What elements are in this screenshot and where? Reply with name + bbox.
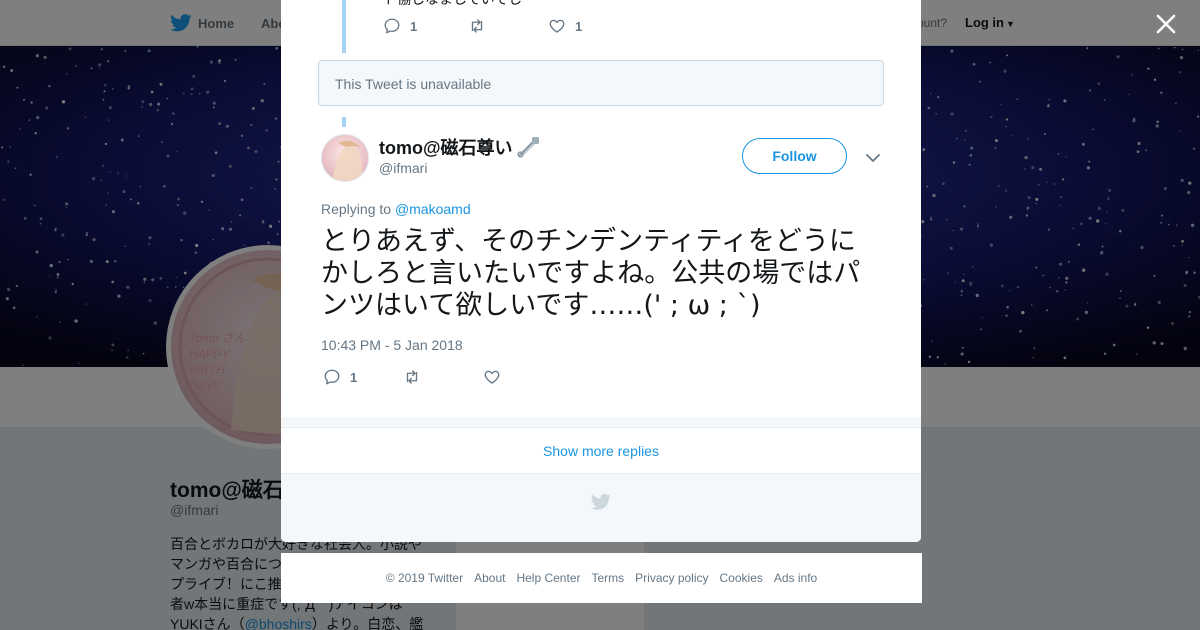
- unavailable-tweet-notice: This Tweet is unavailable: [318, 60, 884, 106]
- reply-count: 1: [410, 18, 418, 34]
- follow-button[interactable]: Follow: [742, 138, 847, 174]
- close-icon[interactable]: [1154, 12, 1178, 36]
- retweet-icon: [471, 19, 483, 33]
- like-count: 1: [575, 18, 583, 34]
- twitter-bird-icon: [591, 493, 611, 510]
- retweet-icon: [406, 370, 418, 384]
- footer-link-help-center[interactable]: Help Center: [516, 571, 580, 585]
- replying-prefix: Replying to: [321, 201, 395, 217]
- reply-icon: [384, 18, 400, 34]
- previous-tweet: ト協しなましていでし 1 1: [281, 0, 921, 54]
- replying-to-context: Replying to @makoamd: [321, 201, 471, 217]
- like-action[interactable]: 1: [548, 17, 582, 35]
- author-name-text: tomo@磁石尊い: [379, 138, 513, 158]
- chevron-down-icon[interactable]: [864, 149, 882, 167]
- footer-link-terms[interactable]: Terms: [591, 571, 624, 585]
- heart-icon: [484, 370, 500, 384]
- tweet-text: とりあえず、そのチンデンティティをどうにかしろと言いたいですよね。公共の場ではパ…: [321, 226, 861, 321]
- tweet-author-name[interactable]: tomo@磁石尊い: [379, 134, 541, 160]
- heart-icon: [549, 19, 565, 33]
- conversation-thread-line: [342, 0, 346, 53]
- tweet-author-handle[interactable]: @ifmari: [379, 160, 427, 176]
- retweet-action[interactable]: [468, 17, 548, 35]
- previous-tweet-actions: 1 1: [383, 17, 582, 35]
- tweet-actions: 1: [323, 368, 510, 386]
- replying-to-mention-link[interactable]: @makoamd: [395, 201, 471, 217]
- conversation-thread-line: [342, 117, 346, 127]
- show-more-replies-button[interactable]: Show more replies: [281, 427, 921, 474]
- safety-pin-icon: [516, 137, 539, 158]
- footer-copyright: © 2019 Twitter: [385, 571, 464, 585]
- tweet-permalink-modal: ト協しなましていでし 1 1 This Tweet is unavailable…: [281, 0, 921, 542]
- section-separator: [281, 417, 921, 427]
- footer-link-about[interactable]: About: [474, 571, 505, 585]
- modal-footer: [281, 474, 921, 542]
- author-avatar-illustration: [332, 140, 364, 181]
- reply-count: 1: [350, 369, 358, 385]
- page-footer: © 2019 Twitter About Help Center Terms P…: [281, 553, 922, 603]
- reply-icon: [324, 369, 340, 385]
- like-action[interactable]: [483, 368, 510, 386]
- reply-action[interactable]: 1: [383, 17, 468, 35]
- tweet-timestamp[interactable]: 10:43 PM - 5 Jan 2018: [321, 337, 463, 353]
- tweet-author-avatar[interactable]: [321, 134, 369, 182]
- reply-action[interactable]: 1: [323, 368, 403, 386]
- previous-tweet-text: ト協しなましていでし: [383, 0, 522, 9]
- footer-link-cookies[interactable]: Cookies: [720, 571, 763, 585]
- footer-link-ads-info[interactable]: Ads info: [774, 571, 817, 585]
- retweet-action[interactable]: [403, 368, 483, 386]
- footer-link-privacy-policy[interactable]: Privacy policy: [635, 571, 708, 585]
